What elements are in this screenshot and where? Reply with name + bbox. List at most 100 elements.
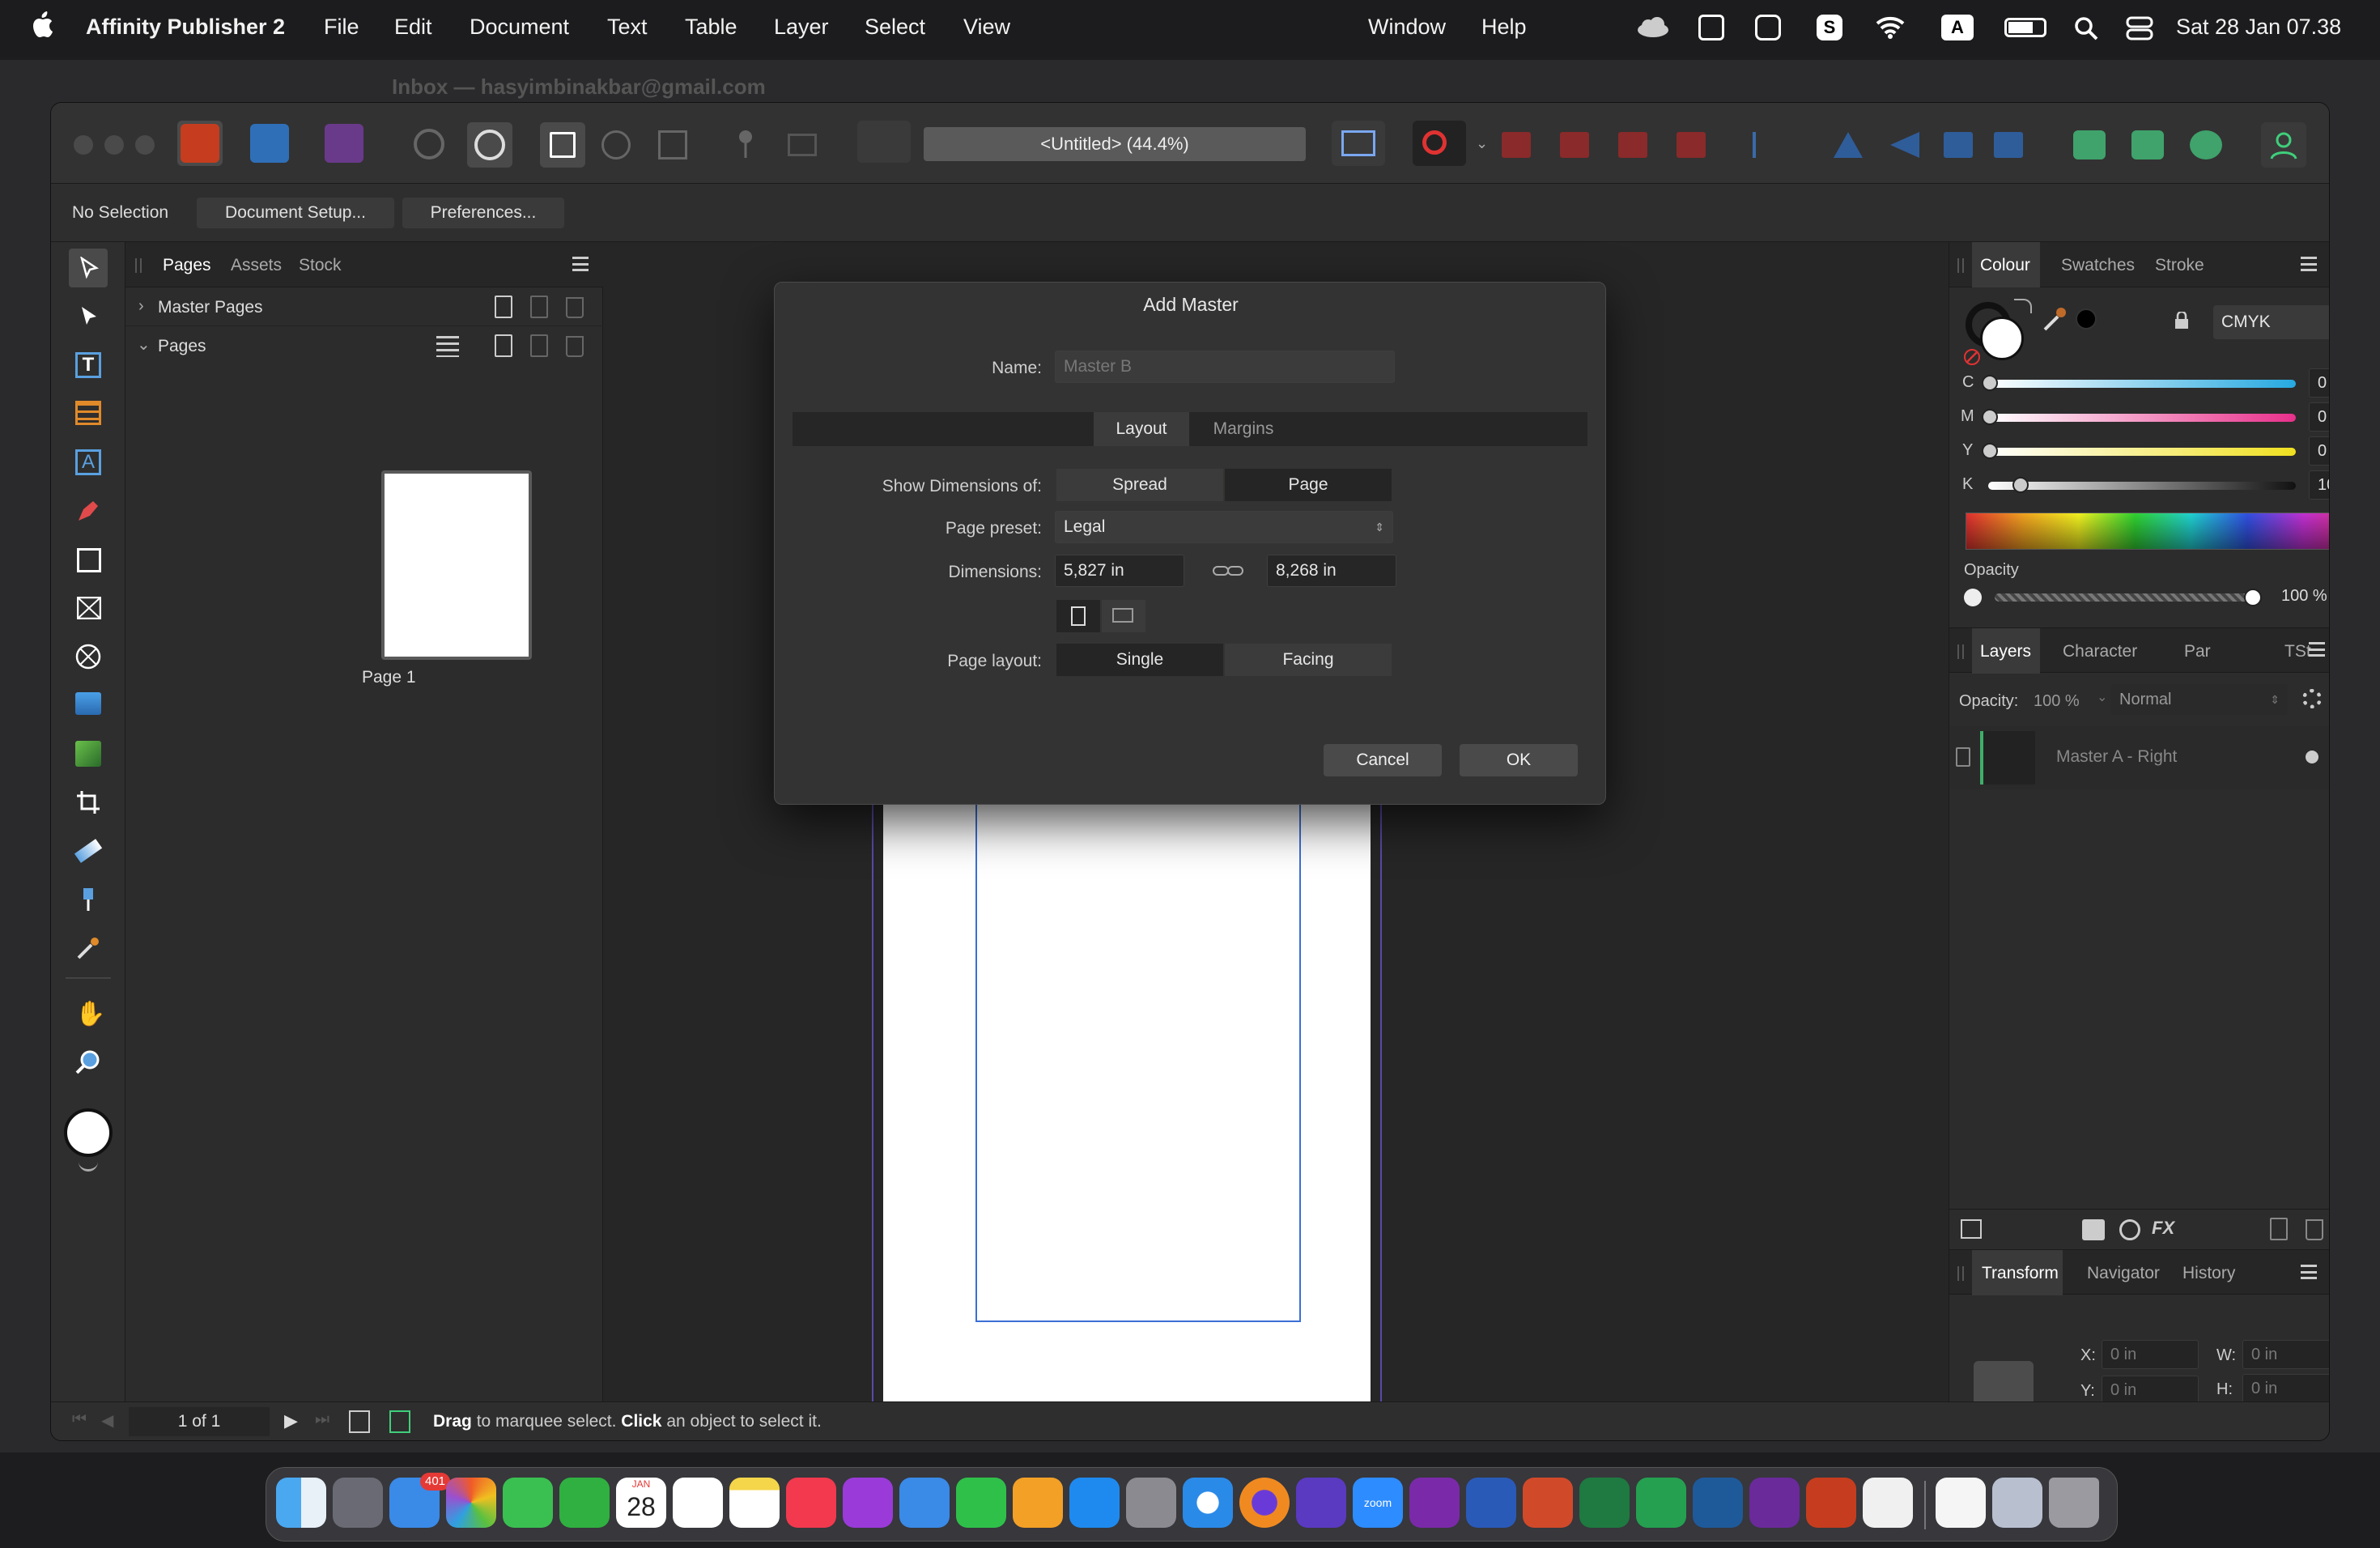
arrange-back-icon[interactable]	[1677, 132, 1706, 158]
copilot-icon[interactable]	[1296, 1478, 1346, 1528]
preview-mode-icon[interactable]	[857, 121, 911, 163]
rotate-right-icon[interactable]	[1994, 132, 2023, 158]
force-pixel-alignment-icon[interactable]	[1413, 121, 1466, 166]
word-icon[interactable]	[1466, 1478, 1516, 1528]
delete-master-icon[interactable]	[566, 297, 584, 318]
menu-edit[interactable]: Edit	[394, 15, 432, 40]
view-mode-3-icon[interactable]	[658, 130, 687, 159]
tab-layers[interactable]: Layers	[1980, 642, 2031, 661]
wifi-icon[interactable]	[1875, 15, 1906, 39]
photos-icon[interactable]	[446, 1478, 496, 1528]
rotate-left-icon[interactable]	[1944, 132, 1973, 158]
colour-model-select[interactable]: CMYK⇕	[2213, 305, 2329, 339]
eyedropper-icon[interactable]	[2042, 305, 2069, 333]
menu-layer[interactable]: Layer	[774, 15, 829, 40]
zoom-icon[interactable]: zoom	[1353, 1478, 1403, 1528]
page-thumbnail[interactable]	[381, 470, 532, 660]
menu-help[interactable]: Help	[1481, 15, 1527, 40]
panel-menu-icon[interactable]	[572, 257, 589, 271]
mask-layer-icon[interactable]	[2082, 1219, 2105, 1240]
single-option[interactable]: Single	[1056, 644, 1223, 676]
transform-x-field[interactable]: 0 in	[2102, 1340, 2199, 1369]
pages-row[interactable]: ⌄ Pages	[125, 326, 603, 365]
node-tool-icon[interactable]	[69, 297, 108, 336]
publisher-persona-icon[interactable]	[177, 121, 223, 166]
keynote-icon[interactable]	[899, 1478, 950, 1528]
opacity-slider[interactable]	[1995, 593, 2252, 602]
baseline-grid-icon[interactable]	[788, 134, 817, 156]
affinity-publisher-dock-icon[interactable]	[1806, 1478, 1856, 1528]
arrange-front-icon[interactable]	[1502, 132, 1531, 158]
opacity-value[interactable]: 100 %	[2273, 582, 2329, 611]
tab-swatches[interactable]: Swatches	[2061, 256, 2135, 275]
trash-icon[interactable]	[2049, 1478, 2099, 1528]
landscape-orientation-icon[interactable]	[1102, 600, 1145, 632]
cyan-slider-thumb[interactable]	[1982, 375, 1998, 391]
key-slider[interactable]	[1988, 482, 2296, 490]
transform-w-field[interactable]: 0 in	[2242, 1340, 2329, 1369]
tab-character[interactable]: Character	[2063, 642, 2137, 661]
opacity-slider-thumb[interactable]	[2244, 589, 2262, 606]
tab-paragraph[interactable]: Par	[2184, 642, 2211, 661]
tab-margins[interactable]: Margins	[1196, 412, 1291, 446]
next-page-icon[interactable]: ▶	[284, 1410, 298, 1431]
key-value[interactable]: 10	[2309, 470, 2329, 500]
picture-frame-tool-icon[interactable]	[69, 589, 108, 627]
app-store-icon[interactable]	[1069, 1478, 1120, 1528]
menu-window[interactable]: Window	[1368, 15, 1446, 40]
text-frame-icon[interactable]	[1332, 121, 1385, 166]
boolean-intersect-icon[interactable]	[2190, 130, 2222, 159]
powerpoint-icon[interactable]	[1523, 1478, 1573, 1528]
preferences-button[interactable]: Preferences...	[402, 198, 564, 228]
view-mode-icon[interactable]	[540, 122, 585, 168]
picked-colour-swatch[interactable]	[2076, 308, 2097, 330]
music-icon[interactable]	[786, 1478, 836, 1528]
facing-option[interactable]: Facing	[1225, 644, 1392, 676]
cancel-button[interactable]: Cancel	[1324, 744, 1442, 776]
preflight-icon[interactable]	[389, 1410, 410, 1433]
menu-file[interactable]: File	[324, 15, 359, 40]
tab-stroke[interactable]: Stroke	[2155, 256, 2204, 275]
tab-transform[interactable]: Transform	[1982, 1264, 2059, 1283]
delete-page-icon[interactable]	[566, 336, 584, 357]
last-page-icon[interactable]: ⏭	[315, 1410, 329, 1429]
view-mode-2-icon[interactable]	[601, 130, 631, 159]
link-dimensions-icon[interactable]	[1212, 563, 1244, 579]
arrange-forward-icon[interactable]	[1560, 132, 1589, 158]
menu-table[interactable]: Table	[685, 15, 737, 40]
panel-grip-icon[interactable]	[1957, 1266, 1964, 1281]
page-counter[interactable]: 1 of 1	[129, 1407, 270, 1436]
add-master-icon[interactable]	[495, 296, 512, 318]
magenta-slider[interactable]	[1988, 414, 2296, 422]
window-minimize-button[interactable]	[104, 135, 124, 155]
reminders-icon[interactable]	[673, 1478, 723, 1528]
app-menu[interactable]: Affinity Publisher 2	[86, 15, 285, 40]
tab-stock[interactable]: Stock	[299, 256, 342, 275]
width-input[interactable]: 5,827 in	[1055, 555, 1184, 587]
fx-layer-icon[interactable]: FX	[2152, 1218, 2174, 1239]
panel-menu-icon[interactable]	[2301, 1265, 2317, 1279]
fill-stroke-swatch[interactable]	[64, 1108, 113, 1157]
boolean-subtract-icon[interactable]	[2131, 130, 2164, 159]
calendar-icon[interactable]: JAN 28	[616, 1478, 666, 1528]
flip-horizontal-icon[interactable]	[1834, 132, 1863, 158]
affinity-designer-dock-icon[interactable]	[1693, 1478, 1743, 1528]
user-account-icon[interactable]	[2261, 122, 2306, 168]
spectrum-picker[interactable]	[1966, 512, 2329, 550]
vector-brush-tool-icon[interactable]	[69, 880, 108, 919]
height-input[interactable]: 8,268 in	[1267, 555, 1396, 587]
ok-button[interactable]: OK	[1460, 744, 1578, 776]
crop-tool-icon[interactable]	[69, 783, 108, 822]
cyan-slider[interactable]	[1988, 380, 2296, 388]
align-icon[interactable]	[1753, 132, 1782, 158]
designer-persona-icon[interactable]	[250, 124, 289, 163]
master-pages-row[interactable]: › Master Pages	[125, 287, 603, 326]
place-image-tool-icon[interactable]	[69, 686, 108, 725]
transform-h-field[interactable]: 0 in	[2242, 1374, 2329, 1403]
add-page-icon[interactable]	[495, 334, 512, 357]
tab-navigator[interactable]: Navigator	[2087, 1264, 2160, 1283]
snapping-icon[interactable]	[467, 122, 512, 168]
menu-text[interactable]: Text	[607, 15, 648, 40]
document-stack-icon[interactable]	[1936, 1478, 1986, 1528]
fill-tool-icon[interactable]	[69, 734, 108, 773]
